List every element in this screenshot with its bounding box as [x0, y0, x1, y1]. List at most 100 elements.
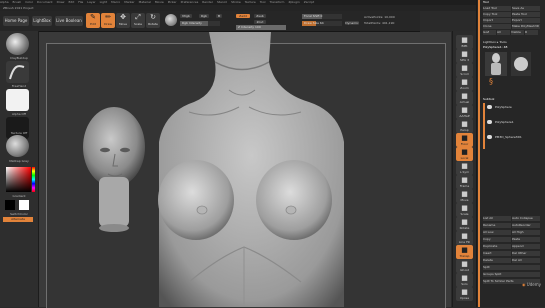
- menu-item-stroke[interactable]: Stroke: [231, 0, 241, 4]
- subtool-all-low-button[interactable]: All Low: [483, 230, 511, 235]
- menu-item-layer[interactable]: Layer: [87, 0, 95, 4]
- subtool-rename-button[interactable]: Rename: [483, 223, 511, 228]
- subtool-auto-collapse-button[interactable]: Auto Collapse: [512, 216, 540, 221]
- menu-item-render[interactable]: Render: [202, 0, 213, 4]
- tool-import-button[interactable]: Import: [483, 18, 511, 23]
- m-button[interactable]: M: [216, 14, 222, 18]
- draw-button[interactable]: ✏ Draw: [101, 13, 115, 28]
- tool-r-button[interactable]: R: [525, 30, 538, 35]
- stroke-thumbnail-icon[interactable]: [6, 61, 29, 83]
- home-page-button[interactable]: Home Page: [3, 16, 29, 26]
- right-shelf-transp-button[interactable]: ■ Transp: [456, 245, 473, 259]
- right-shelf-local-button[interactable]: ■ Local: [456, 147, 473, 161]
- subtool-item[interactable]: PM3D_Sphere3D1: [495, 135, 543, 140]
- subtool-delete-button[interactable]: Delete: [483, 258, 511, 263]
- right-shelf-aahalf-button[interactable]: ■ AAHalf: [456, 105, 473, 119]
- menu-item-material[interactable]: Material: [139, 0, 151, 4]
- brush-thumbnail-icon[interactable]: [6, 33, 29, 55]
- z-intensity-slider[interactable]: Z Intensity 100: [236, 25, 286, 30]
- right-shelf-zoom-button[interactable]: ■ Zoom: [456, 77, 473, 91]
- tool-make-polymesh3d-button[interactable]: Make PolyMesh3D: [512, 24, 540, 29]
- move-button[interactable]: ✥ Move: [116, 13, 130, 28]
- right-shelf-frame-button[interactable]: ■ Frame: [456, 175, 473, 189]
- menu-item-light[interactable]: Light: [100, 0, 108, 4]
- subtool-list-all-button[interactable]: List All: [483, 216, 511, 221]
- tool-thumbnail-figure[interactable]: [485, 52, 507, 76]
- zadd-button[interactable]: Zadd: [236, 14, 250, 18]
- secondary-color-swatch[interactable]: [19, 200, 29, 210]
- subtool-header[interactable]: Subtool: [483, 97, 543, 102]
- draw-size-slider[interactable]: Draw Size 64: [302, 21, 342, 26]
- menu-item-stencil[interactable]: Stencil: [217, 0, 227, 4]
- main-color-swatch[interactable]: [5, 200, 15, 210]
- subtool-visibility-icon[interactable]: [487, 135, 492, 139]
- viewport-canvas[interactable]: [39, 32, 451, 308]
- rgb-intensity-slider[interactable]: Rgb Intensity: [180, 21, 220, 26]
- right-shelf-scroll-button[interactable]: ■ Scroll: [456, 63, 473, 77]
- zcut-button[interactable]: Zcut: [254, 20, 266, 24]
- subtool-autoreorder-button[interactable]: AutoReorder: [512, 223, 540, 228]
- head-model[interactable]: [83, 107, 145, 232]
- menu-item-color[interactable]: Color: [25, 0, 33, 4]
- subtool-groups-split-button[interactable]: Groups Split: [483, 272, 540, 277]
- subtool-append-button[interactable]: Append: [512, 244, 540, 249]
- menu-item-document[interactable]: Document: [37, 0, 53, 4]
- subtool-item[interactable]: PolySphere1: [495, 120, 543, 125]
- menu-item-draw[interactable]: Draw: [57, 0, 65, 4]
- switch-color-label[interactable]: SwitchColor: [2, 212, 36, 216]
- subtool-all-high-button[interactable]: All High: [512, 230, 540, 235]
- menu-item-marker[interactable]: Marker: [124, 0, 134, 4]
- tool-clone-button[interactable]: Clone: [483, 24, 511, 29]
- menu-item-zscript[interactable]: Zscript: [304, 0, 314, 4]
- tool-visible-button[interactable]: Visible: [511, 30, 524, 35]
- spiral-icon[interactable]: §: [489, 78, 497, 86]
- menu-item-picker[interactable]: Picker: [168, 0, 177, 4]
- alternate-button[interactable]: Alternate: [3, 217, 33, 222]
- material-thumbnail-icon[interactable]: [6, 135, 29, 157]
- subtool-paste-button[interactable]: Paste: [512, 237, 540, 242]
- subtool-copy-button[interactable]: Copy: [483, 237, 511, 242]
- tool-export-button[interactable]: Export: [512, 18, 540, 23]
- menu-item-zplugin[interactable]: Zplugin: [288, 0, 299, 4]
- menu-item-brush[interactable]: Brush: [13, 0, 22, 4]
- alpha-thumbnail-icon[interactable]: [6, 89, 29, 111]
- color-picker[interactable]: [6, 167, 31, 192]
- tool-thumbnail-sphere[interactable]: [511, 52, 531, 76]
- right-shelf-solo-button[interactable]: ■ Solo: [456, 273, 473, 287]
- menu-item-movie[interactable]: Movie: [155, 0, 164, 4]
- tool-copy-tool-button[interactable]: Copy Tool: [483, 12, 511, 17]
- right-shelf-rotate-button[interactable]: ■ Rotate: [456, 217, 473, 231]
- subtool-visibility-icon[interactable]: [487, 105, 492, 109]
- material-sphere-icon[interactable]: [165, 14, 177, 26]
- menu-item-edit[interactable]: Edit: [68, 0, 74, 4]
- menu-item-texture[interactable]: Texture: [245, 0, 256, 4]
- rotate-button[interactable]: ↻ Rotate: [146, 13, 160, 28]
- hue-strip[interactable]: [32, 167, 35, 192]
- mrgb-button[interactable]: Mrgb: [180, 14, 192, 18]
- right-shelf-floor-button[interactable]: ■ Floor: [456, 133, 473, 147]
- menu-item-preferences[interactable]: Preferences: [181, 0, 199, 4]
- menu-item-alpha[interactable]: Alpha: [0, 0, 9, 4]
- sculpt-view[interactable]: [39, 32, 451, 307]
- right-shelf-xpose-button[interactable]: ■ Xpose: [456, 287, 473, 301]
- subtool-item[interactable]: PolySphere: [495, 105, 543, 110]
- right-shelf-line-fill-button[interactable]: ■ Line Fill: [456, 231, 473, 245]
- right-shelf-spix-3-button[interactable]: ■ SPix 3: [456, 49, 473, 63]
- subtool-del-other-button[interactable]: Del Other: [512, 251, 540, 256]
- tool-paste-tool-button[interactable]: Paste Tool: [512, 12, 540, 17]
- right-shelf-bpr-button[interactable]: ■ BPR: [456, 35, 473, 49]
- tool-all-button[interactable]: All: [497, 30, 510, 35]
- scale-button[interactable]: ⤢ Scale: [131, 13, 145, 28]
- subtool-duplicate-button[interactable]: Duplicate: [483, 244, 511, 249]
- subtool-split-button[interactable]: Split: [483, 265, 540, 270]
- dynamic-button[interactable]: Dynamic: [345, 21, 359, 25]
- menu-item-macro[interactable]: Macro: [111, 0, 120, 4]
- focal-shift-slider[interactable]: Focal Shift 0: [302, 14, 342, 19]
- tool-save-as-button[interactable]: Save As: [512, 6, 540, 11]
- menu-item-transform[interactable]: Transform: [270, 0, 285, 4]
- subtool-del-all-button[interactable]: Del All: [512, 258, 540, 263]
- right-shelf-persp-button[interactable]: ■ Persp: [456, 119, 473, 133]
- torso-model[interactable]: [158, 32, 344, 307]
- zsub-button[interactable]: Zsub: [254, 14, 266, 18]
- subtool-insert-button[interactable]: Insert: [483, 251, 511, 256]
